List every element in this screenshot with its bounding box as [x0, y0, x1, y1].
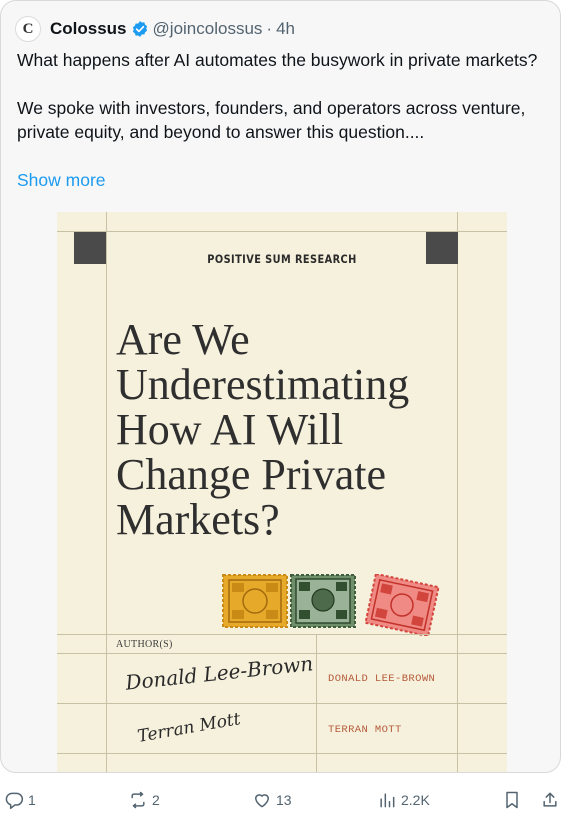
tweet-text-paragraph-2: We spoke with investors, founders, and o… [17, 98, 526, 142]
tweet-media-image[interactable]: POSITIVE SUM RESEARCH Are We Underestima… [57, 212, 507, 772]
views-count: 2.2K [401, 792, 430, 808]
red-stamp-icon [364, 574, 440, 636]
cover-title-line: Are We [116, 315, 250, 364]
authors-label: AUTHOR(S) [116, 639, 173, 650]
cover-rule [57, 753, 507, 754]
bookmark-button[interactable] [502, 790, 522, 810]
reply-count: 1 [28, 792, 36, 808]
author-name[interactable]: Colossus [50, 19, 127, 39]
timestamp[interactable]: 4h [276, 19, 295, 39]
tweet-text-paragraph-1: What happens after AI automates the busy… [17, 50, 538, 70]
cover-brand: POSITIVE SUM RESEARCH [207, 252, 357, 266]
tweet-card[interactable]: C Colossus @joincolossus · 4h What happe… [0, 0, 561, 773]
cover-title-line: How AI Will [116, 405, 344, 454]
views-icon [380, 793, 395, 808]
cover-title-line: Change Private [116, 450, 387, 499]
retweet-icon [131, 791, 145, 809]
cover-rule [57, 703, 507, 704]
author-signature: Terran Mott [136, 709, 243, 747]
yellow-stamp-icon [222, 574, 288, 628]
cover-title-line: Markets? [116, 495, 280, 544]
show-more-link[interactable]: Show more [17, 170, 106, 191]
cover-rule [106, 212, 107, 772]
like-button[interactable]: 13 [252, 790, 292, 810]
tweet-actions-bar: 1 2 13 2.2K [0, 784, 572, 818]
bookmark-icon [506, 791, 518, 809]
author-handle[interactable]: @joincolossus [153, 19, 263, 39]
verified-badge-icon [132, 21, 147, 37]
author-name-printed: DONALD LEE-BROWN [328, 673, 436, 685]
tweet-text: What happens after AI automates the busy… [17, 48, 552, 144]
cover-rule [57, 634, 507, 635]
share-icon [543, 792, 557, 807]
cover-title: Are We Underestimating How AI Will Chang… [116, 317, 496, 542]
like-icon [255, 794, 269, 808]
cover-title-line: Underestimating [116, 360, 410, 409]
reply-button[interactable]: 1 [4, 790, 36, 810]
avatar[interactable]: C [15, 16, 41, 42]
green-stamp-icon [290, 574, 356, 628]
author-name-printed: TERRAN MOTT [328, 724, 402, 736]
author-signature: Donald Lee-Brown [124, 651, 315, 695]
separator-dot: · [266, 19, 273, 38]
reply-icon [5, 792, 24, 810]
share-button[interactable] [540, 790, 560, 810]
tweet-header: C Colossus @joincolossus · 4h [15, 15, 295, 43]
retweet-button[interactable]: 2 [128, 790, 160, 810]
like-count: 13 [276, 792, 292, 808]
views-button[interactable]: 2.2K [377, 790, 430, 810]
retweet-count: 2 [152, 792, 160, 808]
